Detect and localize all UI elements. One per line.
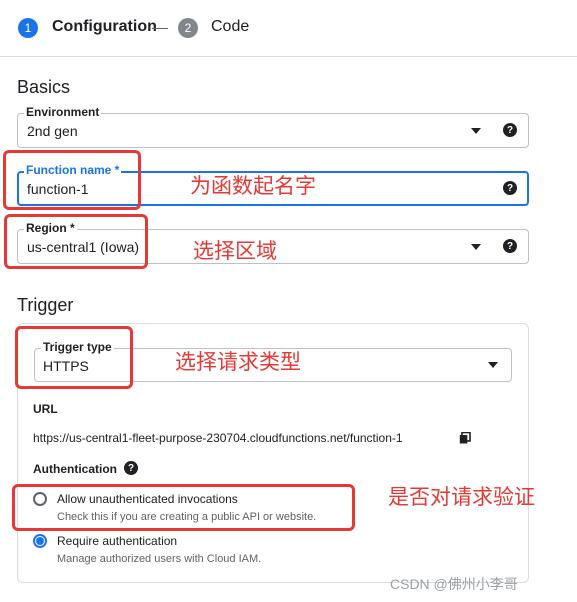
annotation-region-note: 选择区域 <box>193 239 277 263</box>
environment-label: Environment <box>24 105 102 119</box>
require-authentication-description: Manage authorized users with Cloud IAM. <box>57 553 262 565</box>
trigger-heading: Trigger <box>17 295 74 315</box>
help-circle-icon[interactable]: ? <box>124 461 138 475</box>
require-authentication-radio[interactable] <box>33 534 47 548</box>
authentication-label: Authentication <box>33 462 117 476</box>
annotation-auth-note: 是否对请求验证 <box>388 485 535 509</box>
require-authentication-label: Require authentication <box>57 534 178 548</box>
step-connector <box>152 28 168 29</box>
highlight-function-name <box>3 150 141 210</box>
arrow-drop-down-icon <box>471 128 481 134</box>
help-circle-icon[interactable]: ? <box>503 123 517 137</box>
highlight-authentication <box>12 484 355 531</box>
copy-icon[interactable] <box>459 431 471 449</box>
arrow-drop-down-icon <box>488 362 498 368</box>
annotation-name-note: 为函数起名字 <box>190 174 316 198</box>
highlight-region <box>4 214 148 269</box>
require-authentication-option[interactable]: Require authentication Manage authorized… <box>33 532 353 568</box>
watermark: CSDN @佛州小李哥 <box>390 576 518 592</box>
step-1-label[interactable]: Configuration <box>52 18 157 36</box>
basics-heading: Basics <box>17 77 71 97</box>
arrow-drop-down-icon <box>471 244 481 250</box>
stepper: 1 Configuration 2 Code <box>0 0 577 57</box>
environment-value: 2nd gen <box>27 123 78 139</box>
url-label: URL <box>33 402 58 416</box>
help-circle-icon[interactable]: ? <box>503 181 517 195</box>
step-2-badge: 2 <box>178 18 198 38</box>
url-value[interactable]: https://us-central1-fleet-purpose-230704… <box>33 431 403 445</box>
step-1-badge: 1 <box>18 18 38 38</box>
annotation-type-note: 选择请求类型 <box>175 350 301 374</box>
highlight-trigger-type <box>15 326 133 389</box>
step-2-label[interactable]: Code <box>211 18 249 36</box>
help-circle-icon[interactable]: ? <box>503 239 517 253</box>
